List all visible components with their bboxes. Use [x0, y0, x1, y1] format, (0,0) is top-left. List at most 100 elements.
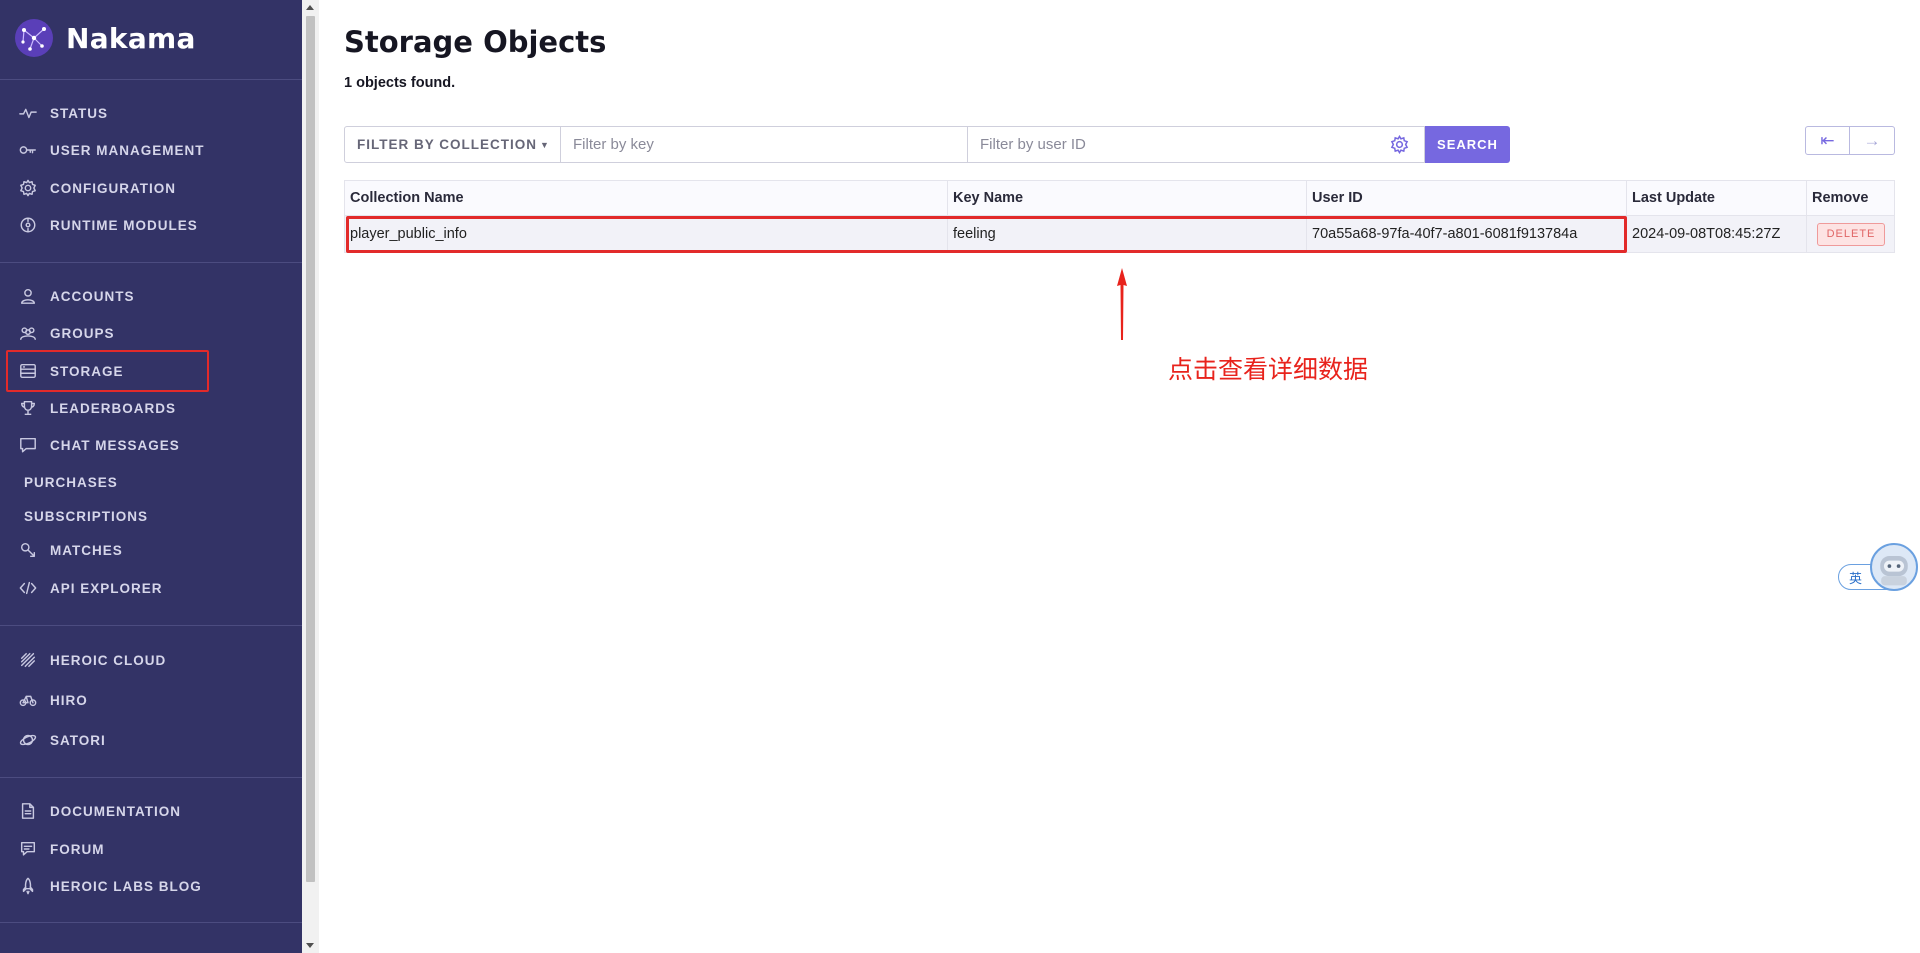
sidebar-item-matches[interactable]: MATCHES [18, 538, 123, 562]
ime-widget[interactable]: 英 [1838, 543, 1920, 593]
scroll-thumb[interactable] [306, 16, 315, 882]
user-filter-wrapper [968, 126, 1425, 163]
nakama-logo-icon [15, 19, 53, 57]
sidebar-divider [0, 625, 302, 626]
sidebar-item-runtime-modules[interactable]: RUNTIME MODULES [18, 213, 198, 237]
key-icon [18, 140, 38, 160]
sidebar-item-leaderboards[interactable]: LEADERBOARDS [18, 396, 176, 420]
first-page-button[interactable]: ⇤ [1805, 126, 1850, 155]
collection-filter-label: FILTER BY COLLECTION [357, 137, 537, 152]
cloud-icon [18, 650, 38, 670]
sidebar-divider [0, 79, 302, 80]
sidebar-item-label: USER MANAGEMENT [50, 142, 205, 158]
annotation-arrow-icon [1117, 268, 1127, 340]
forum-icon [18, 839, 38, 859]
user-id-filter-input[interactable] [968, 126, 1425, 163]
caret-down-icon: ▼ [540, 139, 550, 150]
ime-label: 英 [1849, 570, 1863, 586]
sidebar-item-api-explorer[interactable]: API EXPLORER [18, 576, 163, 600]
sidebar-item-label: DOCUMENTATION [50, 803, 181, 819]
sidebar-divider [0, 262, 302, 263]
sidebar-item-label: ACCOUNTS [50, 288, 135, 304]
main-content: Storage Objects 1 objects found. FILTER … [319, 0, 1920, 953]
app-root: Nakama STATUS USER MANAGEMENT CONFIGURAT… [0, 0, 1920, 953]
results-count: 1 objects found. [344, 75, 456, 91]
sidebar-item-label: HEROIC LABS BLOG [50, 878, 202, 894]
sidebar-divider [0, 922, 302, 923]
column-header[interactable]: Collection Name [345, 181, 948, 215]
hiro-icon [18, 690, 38, 710]
pulse-icon [18, 103, 38, 123]
user-icon [18, 286, 38, 306]
sidebar-scrollbar[interactable] [302, 0, 319, 953]
scroll-up-arrow-icon[interactable] [306, 5, 314, 10]
sidebar-item-documentation[interactable]: DOCUMENTATION [18, 799, 181, 823]
module-icon [18, 215, 38, 235]
satori-icon [18, 730, 38, 750]
sidebar-item-label: LEADERBOARDS [50, 400, 177, 416]
sidebar-item-label: GROUPS [50, 325, 115, 341]
sidebar-item-label: HEROIC CLOUD [50, 652, 167, 668]
sidebar-item-label: PURCHASES [24, 474, 118, 490]
sidebar-item-heroic-cloud[interactable]: HEROIC CLOUD [18, 648, 166, 672]
sidebar-item-user-management[interactable]: USER MANAGEMENT [18, 138, 205, 162]
column-header[interactable]: User ID [1307, 181, 1627, 215]
app-name: Nakama [66, 21, 196, 55]
sidebar-item-label: HIRO [50, 692, 88, 708]
code-icon [18, 578, 38, 598]
collection-filter-dropdown[interactable]: FILTER BY COLLECTION ▼ [344, 126, 561, 163]
pagination: ⇤ → [1805, 126, 1895, 155]
sidebar-item-purchases[interactable]: PURCHASES [24, 470, 118, 494]
table-header: Collection Name Key Name User ID Last Up… [345, 181, 1894, 216]
column-header: Remove [1812, 190, 1869, 206]
sidebar-item-label: RUNTIME MODULES [50, 217, 198, 233]
sidebar-item-hiro[interactable]: HIRO [18, 688, 88, 712]
sidebar-item-status[interactable]: STATUS [18, 101, 108, 125]
sidebar-item-label: MATCHES [50, 542, 123, 558]
gear-icon[interactable] [1390, 134, 1409, 155]
row-highlight-box [346, 216, 1627, 253]
sidebar-item-label: CONFIGURATION [50, 180, 176, 196]
next-page-button[interactable]: → [1850, 126, 1895, 155]
sidebar-item-label: FORUM [50, 841, 105, 857]
assistant-avatar-icon[interactable] [1870, 543, 1918, 591]
arrow-right-icon: → [1863, 130, 1881, 150]
robot-face-icon [1880, 556, 1908, 586]
first-page-icon: ⇤ [1820, 130, 1835, 150]
match-icon [18, 540, 38, 560]
page-title: Storage Objects [344, 25, 607, 59]
document-icon [18, 801, 38, 821]
sidebar-item-chat-messages[interactable]: CHAT MESSAGES [18, 433, 180, 457]
sidebar-item-label: SATORI [50, 732, 106, 748]
annotation-text: 点击查看详细数据 [1168, 355, 1369, 384]
sidebar-item-label: API EXPLORER [50, 580, 163, 596]
sidebar-item-label: STATUS [50, 105, 108, 121]
scroll-down-arrow-icon[interactable] [306, 943, 314, 948]
storage-highlight-box [6, 350, 209, 392]
key-filter-input[interactable] [561, 126, 968, 163]
search-button[interactable]: SEARCH [1425, 126, 1510, 163]
filter-bar: FILTER BY COLLECTION ▼ SEARCH [344, 126, 1510, 163]
remove-cell: DELETE [1807, 216, 1894, 252]
trophy-icon [18, 398, 38, 418]
sidebar-item-satori[interactable]: SATORI [18, 728, 106, 752]
column-header[interactable]: Last Update [1627, 181, 1807, 215]
sidebar-divider [0, 777, 302, 778]
sidebar-item-heroic-labs-blog[interactable]: HEROIC LABS BLOG [18, 874, 202, 898]
sidebar-item-accounts[interactable]: ACCOUNTS [18, 284, 135, 308]
sidebar-item-configuration[interactable]: CONFIGURATION [18, 176, 176, 200]
sidebar-item-label: SUBSCRIPTIONS [24, 508, 149, 524]
delete-button[interactable]: DELETE [1817, 222, 1885, 246]
sidebar-item-groups[interactable]: GROUPS [18, 321, 115, 345]
column-header[interactable]: Key Name [948, 181, 1307, 215]
gear-icon [18, 178, 38, 198]
logo[interactable]: Nakama [14, 18, 196, 58]
rocket-icon [18, 876, 38, 896]
sidebar: Nakama STATUS USER MANAGEMENT CONFIGURAT… [0, 0, 302, 953]
group-icon [18, 323, 38, 343]
chat-icon [18, 435, 38, 455]
sidebar-item-subscriptions[interactable]: SUBSCRIPTIONS [24, 504, 148, 528]
sidebar-item-forum[interactable]: FORUM [18, 837, 105, 861]
sidebar-item-label: CHAT MESSAGES [50, 437, 180, 453]
last-update-cell[interactable]: 2024-09-08T08:45:27Z [1627, 216, 1807, 252]
